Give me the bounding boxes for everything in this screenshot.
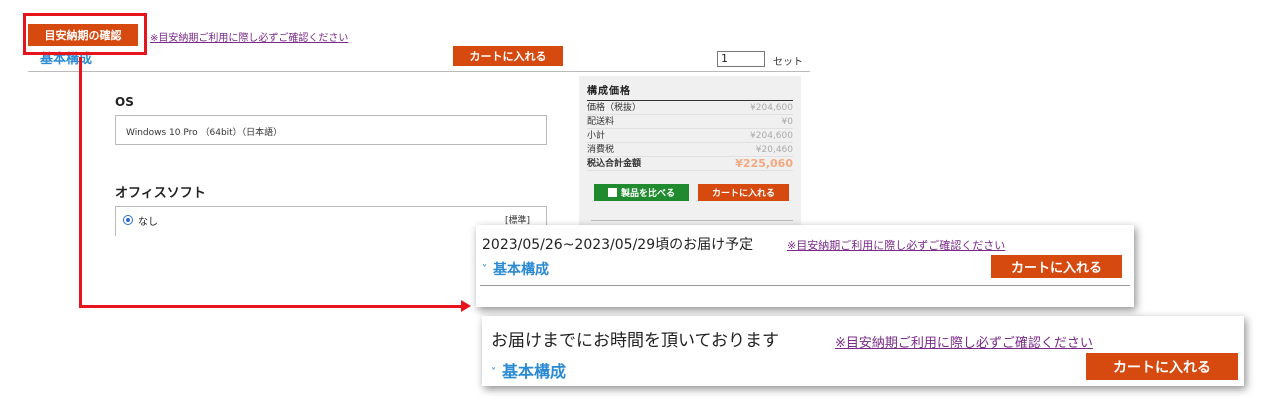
office-software-label: オフィスソフト: [115, 186, 206, 201]
os-field[interactable]: Windows 10 Pro （64bit）（日本語）: [115, 115, 547, 145]
basic-config-heading[interactable]: ˅ 基本構成: [482, 259, 549, 279]
quantity-input[interactable]: 1: [717, 51, 765, 67]
callout-delayed-delivery: お届けまでにお時間を頂いております ※目安納期ご利用に際し必ずご確認ください ˅…: [482, 316, 1244, 386]
delivery-date-text: 2023/05/26~2023/05/29頃のお届け予定: [482, 237, 754, 253]
quantity-unit-label: セット: [773, 57, 803, 68]
price-row: 小計 ¥204,600: [587, 131, 793, 143]
callout-delivery-date: 2023/05/26~2023/05/29頃のお届け予定 ※目安納期ご利用に際し…: [476, 225, 1134, 307]
divider: [591, 220, 793, 221]
estimate-note-link[interactable]: ※目安納期ご利用に際し必ずご確認ください: [787, 237, 1005, 253]
price-panel-title: 構成価格: [587, 82, 793, 101]
estimate-note-link[interactable]: ※目安納期ご利用に際し必ずご確認ください: [835, 332, 1093, 351]
office-none-radio[interactable]: [123, 215, 133, 225]
chevron-down-icon: ˅: [491, 367, 496, 378]
compare-products-button[interactable]: 製品を比べる: [594, 184, 689, 201]
delivery-message: お届けまでにお時間を頂いております: [491, 331, 779, 351]
add-to-cart-button[interactable]: カートに入れる: [991, 255, 1122, 278]
price-panel: 構成価格 価格（税抜） ¥204,600 配送料 ¥0 小計 ¥204,600 消費税…: [579, 76, 801, 238]
chevron-down-icon: ˅: [482, 264, 487, 275]
divider: [28, 71, 810, 72]
add-to-cart-button[interactable]: カートに入れる: [1086, 353, 1238, 380]
price-row: 配送料 ¥0: [587, 117, 793, 129]
os-label: OS: [115, 95, 134, 109]
add-to-cart-button[interactable]: カートに入れる: [453, 46, 563, 66]
divider: [480, 285, 1130, 286]
highlight-box: [23, 13, 147, 55]
checkbox-icon: [607, 188, 617, 197]
arrow-horizontal: [79, 305, 463, 308]
estimate-note-link[interactable]: ※目安納期ご利用に際し必ずご確認ください: [150, 29, 348, 44]
arrow-vertical: [79, 57, 82, 308]
price-total-row: 税込合計金額 ¥225,060: [587, 157, 793, 171]
price-row: 消費税 ¥20,460: [587, 145, 793, 157]
panel-add-to-cart-button[interactable]: カートに入れる: [698, 184, 789, 201]
arrow-head-icon: [461, 300, 471, 312]
basic-config-heading[interactable]: ˅ 基本構成: [491, 358, 566, 382]
price-row: 価格（税抜） ¥204,600: [587, 103, 793, 115]
office-none-label: なし: [138, 217, 158, 228]
